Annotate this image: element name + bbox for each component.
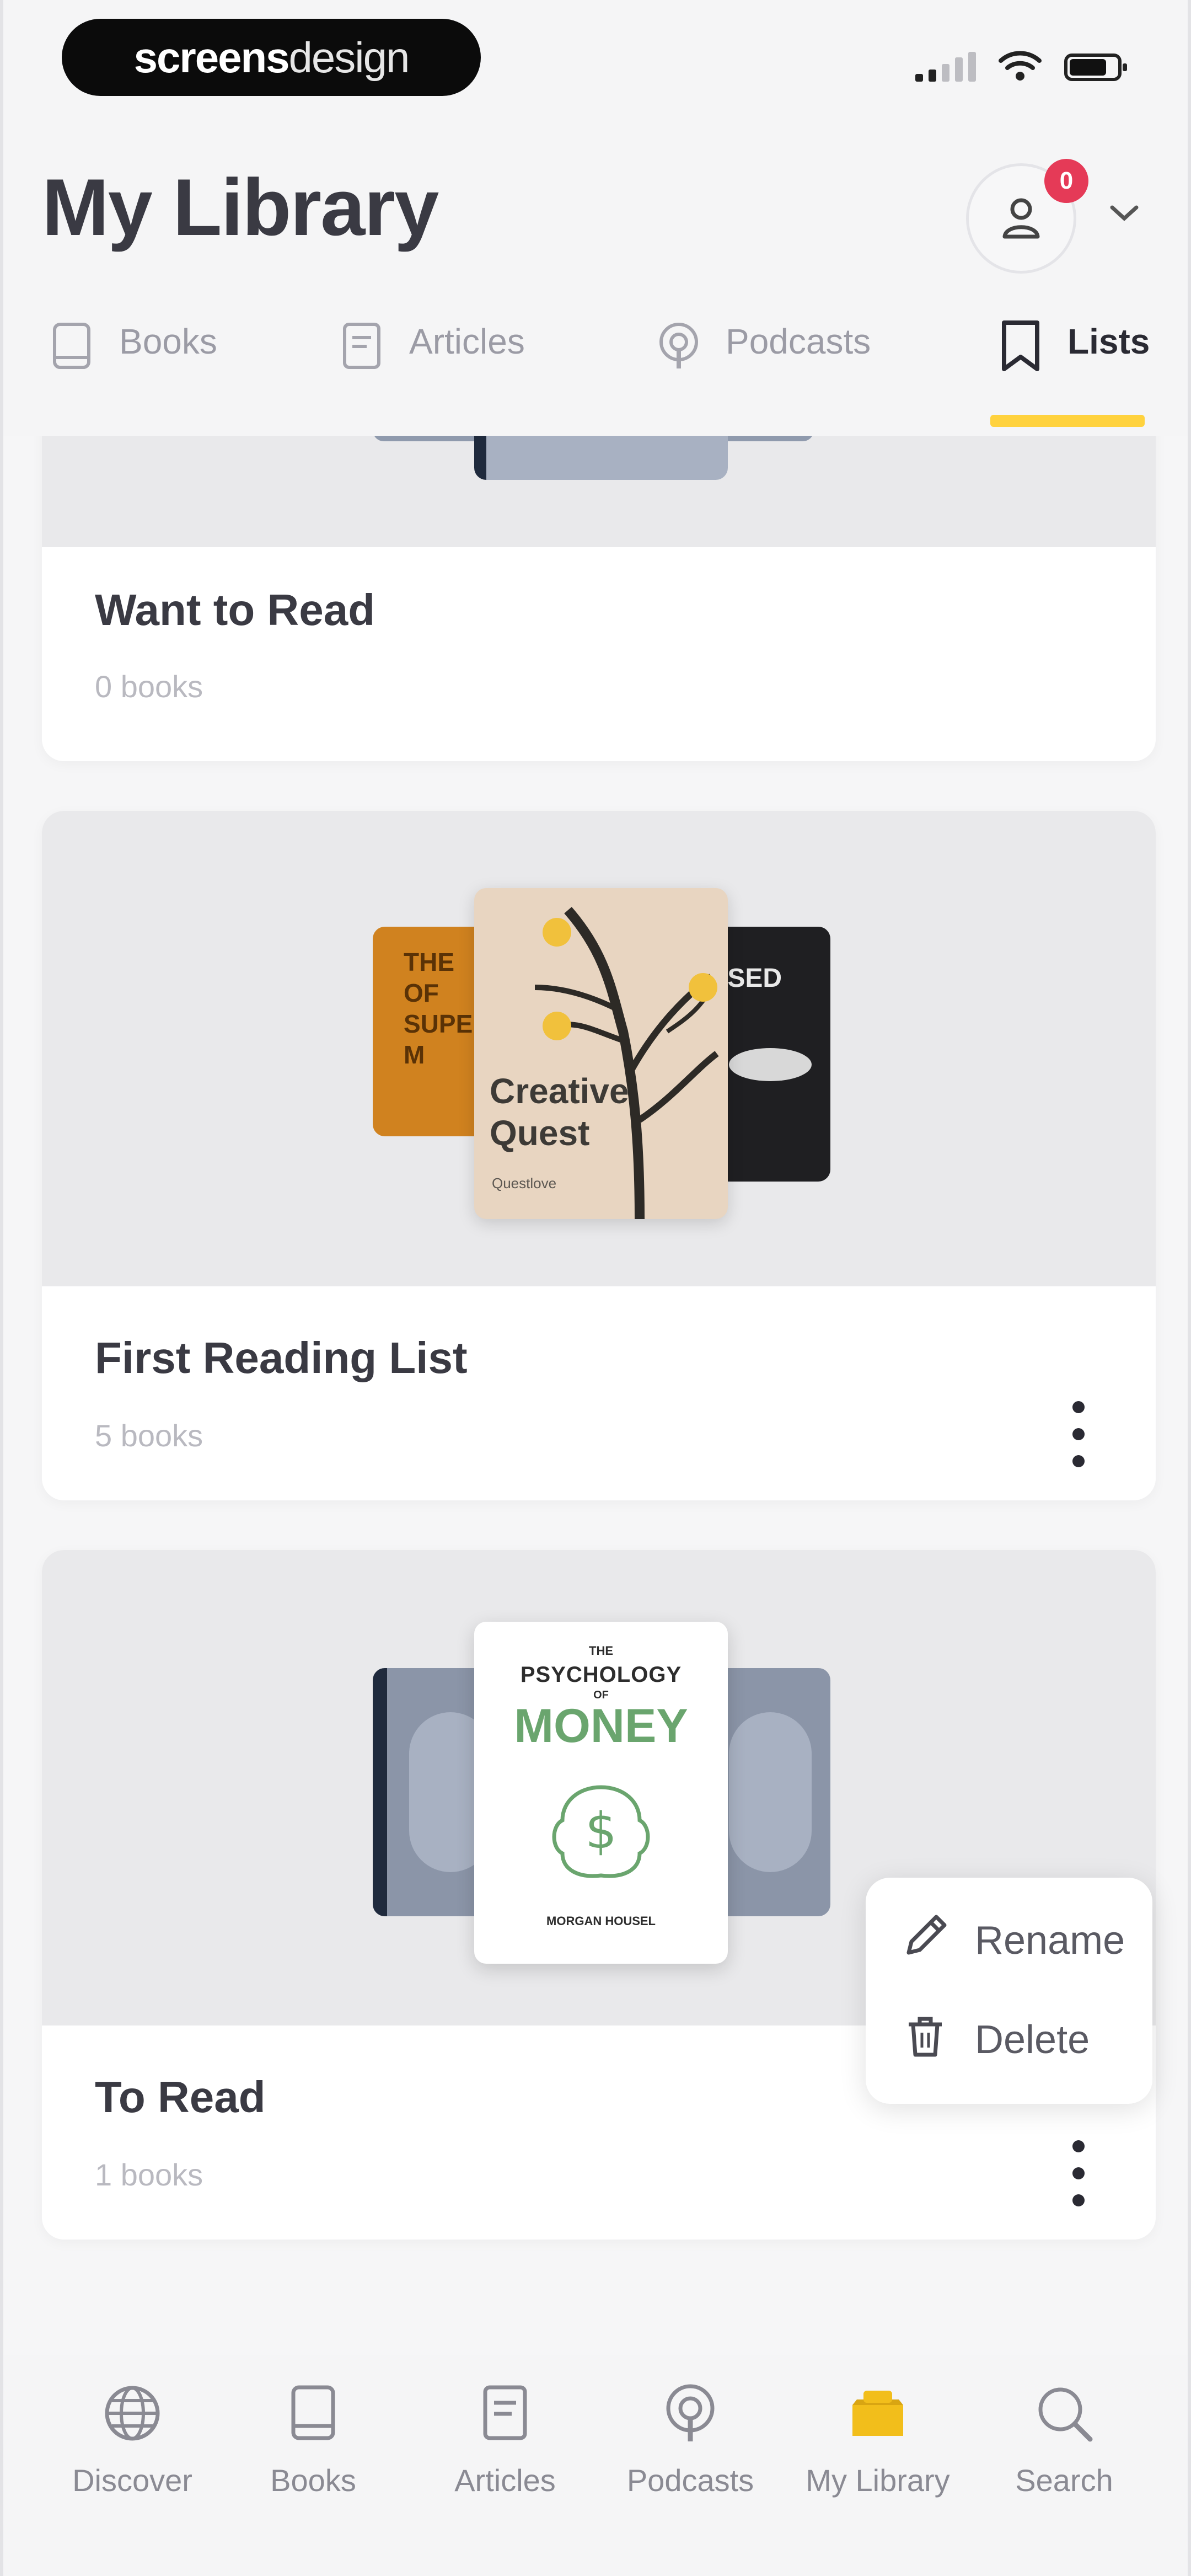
chevron-down-icon[interactable] [1104, 196, 1145, 229]
list-count: 1 books [95, 2157, 203, 2192]
brain-dollar-icon: $ [552, 1785, 650, 1878]
app-screen: Want to Read 0 books THE OF SUPE M ISED [0, 0, 1191, 2576]
list-cover-area: THE OF SUPE M ISED Creative Quest Questl… [42, 811, 1156, 1286]
book-title: MONEY [514, 1699, 688, 1752]
header: screens design My Library 0 Books Articl… [3, 0, 1188, 436]
list-options-menu: Rename Delete [866, 1878, 1152, 2104]
podcast-icon [654, 321, 704, 371]
book-cover-text: THE [589, 1644, 613, 1658]
book-cover: THE PSYCHOLOGY OF MONEY $ MORGAN HOUSEL [474, 1622, 728, 1964]
status-icons [915, 50, 1127, 85]
list-card[interactable]: THE OF SUPE M ISED Creative Quest Questl… [42, 811, 1156, 1500]
book-title: PSYCHOLOGY [520, 1663, 682, 1687]
delete-label: Delete [975, 2018, 1090, 2062]
brand-text-light: design [288, 33, 410, 82]
active-tab-indicator [990, 415, 1145, 427]
bookmark-icon [996, 320, 1045, 371]
tab-articles[interactable]: Articles [337, 309, 525, 436]
list-count: 5 books [95, 1418, 203, 1453]
book-cover: Creative Quest Questlove [474, 888, 728, 1219]
tree-illustration [534, 907, 719, 1219]
status-bar: screens design [3, 0, 1188, 127]
rename-label: Rename [975, 1918, 1125, 1963]
pencil-icon [898, 1909, 953, 1973]
user-icon [994, 190, 1049, 248]
tab-label: Articles [409, 322, 525, 361]
list-name: To Read [95, 2072, 266, 2121]
nav-label: Search [1015, 2463, 1113, 2498]
nav-label: Discover [72, 2463, 192, 2498]
nav-search[interactable]: Search [981, 2377, 1147, 2498]
nav-label: Podcasts [626, 2463, 754, 2498]
nav-my-library[interactable]: My Library [795, 2377, 961, 2498]
nav-podcasts[interactable]: Podcasts [608, 2377, 773, 2498]
tab-podcasts[interactable]: Podcasts [654, 309, 871, 436]
list-name: First Reading List [95, 1333, 468, 1382]
book-icon [47, 321, 97, 371]
search-icon [1028, 2377, 1100, 2449]
book-icon [277, 2377, 349, 2449]
more-options-button[interactable] [1062, 1401, 1095, 1467]
nav-books[interactable]: Books [230, 2377, 396, 2498]
battery-icon [1064, 54, 1127, 81]
bottom-navigation: Discover Books Articles Podcasts My Libr… [3, 2355, 1188, 2576]
list-name: Want to Read [95, 585, 375, 634]
tab-label: Books [119, 322, 217, 361]
brand-logo: screens design [62, 19, 481, 96]
svg-text:$: $ [585, 1802, 616, 1860]
page-title: My Library [42, 162, 439, 252]
tab-books[interactable]: Books [47, 309, 217, 436]
nav-discover[interactable]: Discover [50, 2377, 215, 2498]
nav-label: Articles [454, 2463, 556, 2498]
globe-icon [96, 2377, 168, 2449]
trash-icon [898, 2008, 953, 2072]
book-author: Questlove [492, 1175, 557, 1191]
brand-text-bold: screens [133, 33, 290, 82]
notification-badge: 0 [1044, 159, 1088, 203]
nav-articles[interactable]: Articles [422, 2377, 588, 2498]
nav-label: Books [270, 2463, 356, 2498]
podcast-icon [654, 2377, 726, 2449]
rename-menu-item[interactable]: Rename [898, 1907, 1125, 1974]
book-title: Creative Quest [490, 1071, 629, 1153]
article-icon [337, 321, 387, 371]
wifi-icon [998, 50, 1042, 85]
book-cover-text: ISED [720, 964, 782, 993]
article-icon [469, 2377, 541, 2449]
signal-icon [915, 52, 976, 82]
tab-label: Lists [1067, 322, 1150, 361]
delete-menu-item[interactable]: Delete [898, 2007, 1090, 2073]
more-options-button[interactable] [1062, 2140, 1095, 2206]
tab-label: Podcasts [726, 322, 871, 361]
book-author: MORGAN HOUSEL [546, 1914, 656, 1928]
list-count: 0 books [95, 669, 203, 704]
library-icon [842, 2377, 914, 2449]
nav-label: My Library [806, 2463, 950, 2498]
